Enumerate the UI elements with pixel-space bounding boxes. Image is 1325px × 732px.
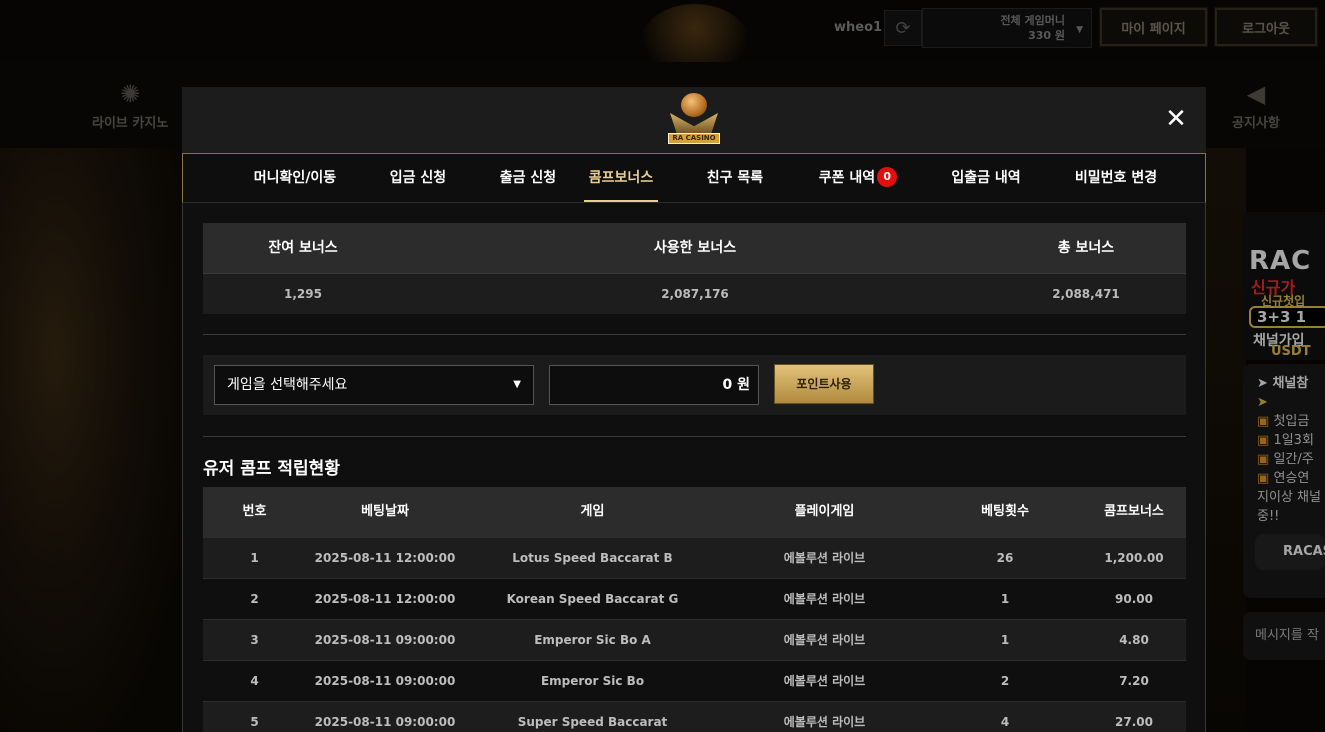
col-header-comp-bonus: 콤프보너스 — [1104, 504, 1164, 519]
cell-provider: 에볼루션 라이브 — [783, 633, 866, 647]
cell-date: 2025-08-11 09:00:00 — [314, 633, 456, 647]
table-row: 5 2025-08-11 09:00:00 Super Speed Baccarat… — [203, 701, 1186, 732]
table-header: 번호 베팅날짜 게임 플레이게임 베팅횟수 콤프보너스 — [203, 487, 1186, 537]
casino-logo: RA CASINO — [668, 93, 720, 147]
table-row: 2 2025-08-11 12:00:00 Korean Speed Baccara… — [203, 578, 1186, 619]
divider — [203, 334, 1186, 335]
cell-game: Lotus Speed Baccarat B — [512, 551, 673, 565]
cell-date: 2025-08-11 09:00:00 — [314, 674, 456, 688]
bonus-summary: 잔여 보너스 사용한 보너스 총 보너스 1,295 2,087,176 2,0… — [203, 223, 1186, 314]
modal-tabs: 머니확인/이동 입금 신청 출금 신청 콤프보너스 친구 목록 쿠폰 내역 0 입… — [182, 153, 1206, 203]
cell-date: 2025-08-11 12:00:00 — [314, 551, 456, 565]
divider — [203, 436, 1186, 437]
logo-text: RA CASINO — [668, 133, 720, 144]
section-title: 유저 콤프 적립현황 — [203, 459, 340, 479]
tab-deposit[interactable]: 입금 신청 — [363, 154, 473, 202]
col-header-provider: 플레이게임 — [794, 504, 855, 519]
tab-friends[interactable]: 친구 목록 — [680, 154, 790, 202]
cell-provider: 에볼루션 라이브 — [783, 715, 866, 729]
cell-comp-bonus: 90.00 — [1115, 592, 1153, 606]
tab-money-check[interactable]: 머니확인/이동 — [227, 154, 363, 202]
col-header-bet-count: 베팅횟수 — [981, 504, 1029, 519]
cell-comp-bonus: 1,200.00 — [1104, 551, 1164, 565]
used-bonus-value: 2,087,176 — [661, 287, 729, 301]
cell-no: 5 — [250, 715, 259, 729]
point-use-form: 게임을 선택해주세요 ▼ 0 원 포인트사용 — [203, 355, 1186, 415]
cell-comp-bonus: 27.00 — [1115, 715, 1153, 729]
col-header-game: 게임 — [580, 504, 605, 519]
cell-bet-count: 26 — [996, 551, 1014, 565]
summary-values: 1,295 2,087,176 2,088,471 — [203, 273, 1186, 314]
coupon-count-badge: 0 — [877, 167, 898, 187]
modal-content: 잔여 보너스 사용한 보너스 총 보너스 1,295 2,087,176 2,0… — [182, 203, 1206, 732]
cell-comp-bonus: 7.20 — [1119, 674, 1149, 688]
tab-label: 쿠폰 내역 — [818, 170, 876, 186]
summary-header: 잔여 보너스 사용한 보너스 총 보너스 — [203, 223, 1186, 273]
cell-bet-count: 1 — [1000, 633, 1010, 647]
table-row: 1 2025-08-11 12:00:00 Lotus Speed Baccarat… — [203, 537, 1186, 578]
total-bonus-value: 2,088,471 — [1052, 287, 1120, 301]
cell-provider: 에볼루션 라이브 — [783, 674, 866, 688]
cell-date: 2025-08-11 09:00:00 — [314, 715, 456, 729]
cell-bet-count: 2 — [1000, 674, 1010, 688]
cell-no: 1 — [250, 551, 259, 565]
table-row: 3 2025-08-11 09:00:00 Emperor Sic Bo A 에볼루션… — [203, 619, 1186, 660]
col-header-no: 번호 — [242, 504, 267, 519]
total-bonus-header: 총 보너스 — [1057, 240, 1115, 256]
chevron-down-icon: ▼ — [513, 379, 521, 390]
mypage-modal: RA CASINO ✕ 머니확인/이동 입금 신청 출금 신청 콤프보너스 친구… — [182, 87, 1206, 732]
close-icon[interactable]: ✕ — [1162, 105, 1190, 133]
table-row: 4 2025-08-11 09:00:00 Emperor Sic Bo 에볼루션 라… — [203, 660, 1186, 701]
modal-header: RA CASINO ✕ — [182, 87, 1206, 153]
cell-game: Emperor Sic Bo A — [534, 633, 651, 647]
cell-game: Super Speed Baccarat — [517, 715, 668, 729]
game-select-placeholder: 게임을 선택해주세요 — [227, 377, 348, 393]
game-select[interactable]: 게임을 선택해주세요 ▼ — [214, 365, 534, 405]
cell-bet-count: 1 — [1000, 592, 1010, 606]
used-bonus-header: 사용한 보너스 — [653, 240, 737, 256]
tab-coupons[interactable]: 쿠폰 내역 0 — [793, 154, 923, 202]
comp-history-table: 번호 베팅날짜 게임 플레이게임 베팅횟수 콤프보너스 1 2025-08-11 … — [203, 487, 1186, 732]
sun-orb-icon — [681, 93, 707, 117]
tab-transaction-history[interactable]: 입출금 내역 — [931, 154, 1041, 202]
cell-bet-count: 4 — [1000, 715, 1010, 729]
cell-comp-bonus: 4.80 — [1119, 633, 1149, 647]
col-header-date: 베팅날짜 — [361, 504, 409, 519]
cell-no: 4 — [250, 674, 259, 688]
cell-no: 3 — [250, 633, 259, 647]
tab-change-password[interactable]: 비밀번호 변경 — [1053, 154, 1179, 202]
cell-game: Korean Speed Baccarat G — [506, 592, 679, 606]
cell-game: Emperor Sic Bo — [540, 674, 645, 688]
point-amount-input[interactable]: 0 원 — [549, 365, 759, 405]
tab-comp-bonus[interactable]: 콤프보너스 — [584, 154, 658, 202]
cell-provider: 에볼루션 라이브 — [783, 551, 866, 565]
cell-provider: 에볼루션 라이브 — [783, 592, 866, 606]
remaining-bonus-header: 잔여 보너스 — [268, 240, 338, 256]
remaining-bonus-value: 1,295 — [284, 287, 322, 301]
tab-withdraw[interactable]: 출금 신청 — [473, 154, 583, 202]
cell-date: 2025-08-11 12:00:00 — [314, 592, 456, 606]
use-point-button[interactable]: 포인트사용 — [774, 364, 874, 404]
cell-no: 2 — [250, 592, 259, 606]
